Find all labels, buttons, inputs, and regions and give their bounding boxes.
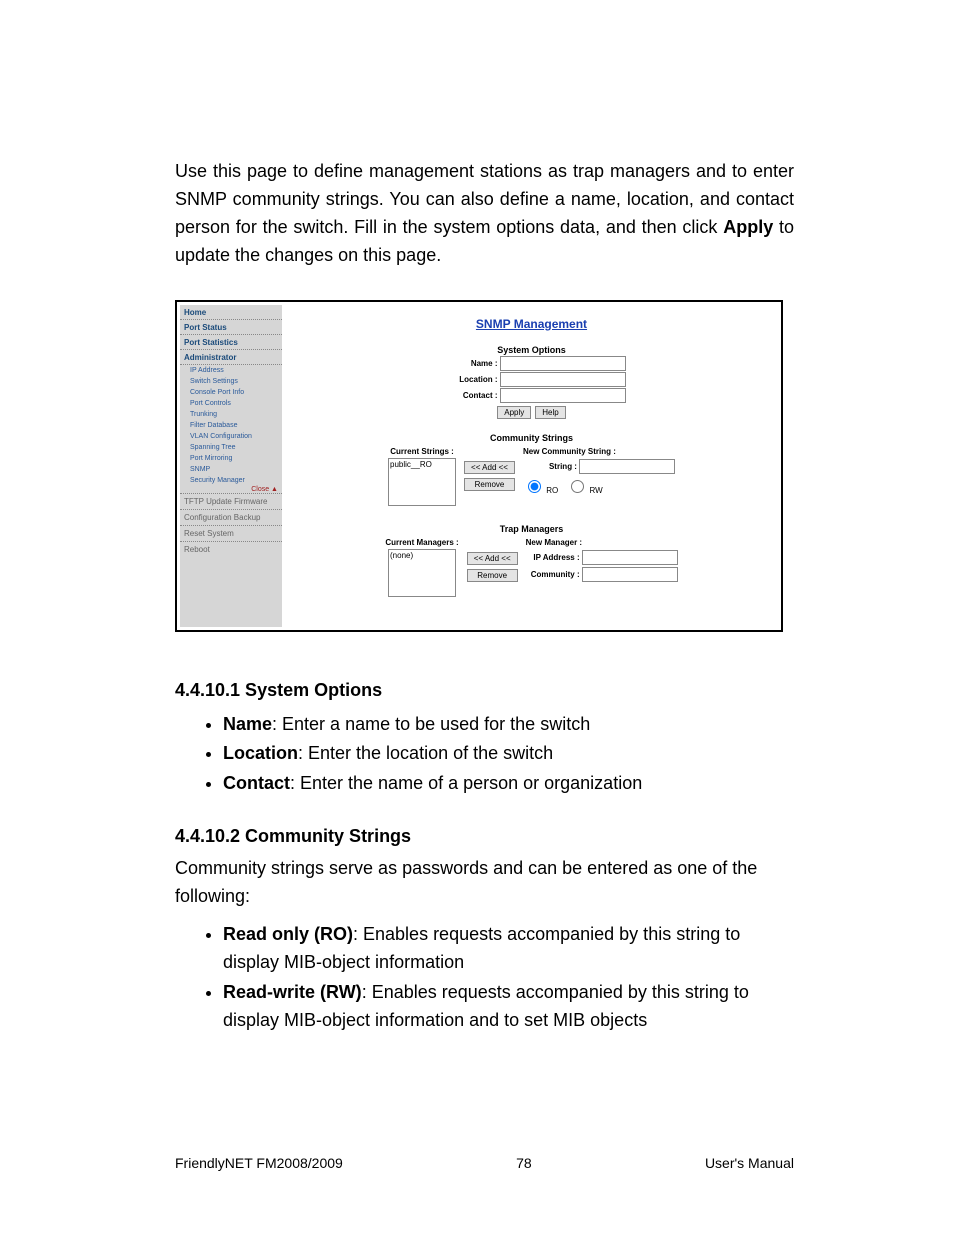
name-label: Name : xyxy=(438,359,498,368)
location-label: Location : xyxy=(438,375,498,384)
section-2-para: Community strings serve as passwords and… xyxy=(175,855,794,911)
snmp-screenshot: Home Port Status Port Statistics Adminis… xyxy=(175,300,783,632)
sb-reset[interactable]: Reset System xyxy=(180,525,282,541)
name-input[interactable] xyxy=(500,356,626,371)
system-options-heading: System Options xyxy=(285,345,778,355)
contact-label: Contact : xyxy=(438,391,498,400)
footer-right: User's Manual xyxy=(705,1155,794,1171)
ro-radio[interactable]: RO xyxy=(523,477,558,495)
section-2-title: 4.4.10.2 Community Strings xyxy=(175,826,794,847)
community-add-button[interactable]: << Add << xyxy=(464,461,515,474)
section-1-list: Name: Enter a name to be used for the sw… xyxy=(223,711,794,799)
contact-input[interactable] xyxy=(500,388,626,403)
sb-sub-mirror[interactable]: Port Mirroring xyxy=(180,453,282,464)
footer-center: 78 xyxy=(516,1155,532,1171)
sb-sub-filter[interactable]: Filter Database xyxy=(180,420,282,431)
sb-port-status[interactable]: Port Status xyxy=(180,320,282,335)
section-1-title: 4.4.10.1 System Options xyxy=(175,680,794,701)
current-strings-list[interactable]: public__RO xyxy=(388,458,456,506)
document-page: Use this page to define management stati… xyxy=(0,0,954,1235)
sb-sub-security[interactable]: Security Manager xyxy=(180,475,282,486)
trap-heading: Trap Managers xyxy=(285,524,778,534)
community-remove-button[interactable]: Remove xyxy=(464,478,515,491)
screenshot-sidebar: Home Port Status Port Statistics Adminis… xyxy=(180,305,282,627)
list-item: Read-write (RW): Enables requests accomp… xyxy=(223,979,794,1035)
help-button[interactable]: Help xyxy=(535,406,565,419)
trap-remove-button[interactable]: Remove xyxy=(467,569,518,582)
sb-sub-ip[interactable]: IP Address xyxy=(180,365,282,376)
sb-cfg[interactable]: Configuration Backup xyxy=(180,509,282,525)
sb-port-statistics[interactable]: Port Statistics xyxy=(180,335,282,350)
snmp-title: SNMP Management xyxy=(285,317,778,331)
sb-sub-switch[interactable]: Switch Settings xyxy=(180,376,282,387)
current-strings-label: Current Strings : xyxy=(390,447,454,456)
page-footer: FriendlyNET FM2008/2009 78 User's Manual xyxy=(175,1155,794,1171)
location-input[interactable] xyxy=(500,372,626,387)
sb-close[interactable]: Close ▲ xyxy=(180,486,282,493)
ip-label: IP Address : xyxy=(526,553,580,562)
list-item: Name: Enter a name to be used for the sw… xyxy=(223,711,794,739)
new-manager-label: New Manager : xyxy=(526,538,582,547)
string-label: String : xyxy=(523,462,577,471)
ip-input[interactable] xyxy=(582,550,678,565)
sb-sub-spanning[interactable]: Spanning Tree xyxy=(180,442,282,453)
sb-sub-portctrl[interactable]: Port Controls xyxy=(180,398,282,409)
sb-sub-trunking[interactable]: Trunking xyxy=(180,409,282,420)
rw-radio[interactable]: RW xyxy=(566,477,602,495)
ro-radio-input[interactable] xyxy=(528,480,541,493)
trap-community-label: Community : xyxy=(526,570,580,579)
apply-button[interactable]: Apply xyxy=(497,406,531,419)
sb-sub-snmp[interactable]: SNMP xyxy=(180,464,282,475)
sb-administrator[interactable]: Administrator xyxy=(180,350,282,365)
trap-add-button[interactable]: << Add << xyxy=(467,552,518,565)
current-managers-list[interactable]: (none) xyxy=(388,549,456,597)
sb-tftp[interactable]: TFTP Update Firmware xyxy=(180,493,282,509)
trap-community-input[interactable] xyxy=(582,567,678,582)
current-managers-label: Current Managers : xyxy=(385,538,458,547)
new-community-label: New Community String : xyxy=(523,447,616,456)
intro-pre: Use this page to define management stati… xyxy=(175,161,794,237)
list-item: Location: Enter the location of the swit… xyxy=(223,740,794,768)
sb-home[interactable]: Home xyxy=(180,305,282,320)
intro-bold: Apply xyxy=(723,217,773,237)
sb-reboot[interactable]: Reboot xyxy=(180,541,282,557)
list-item: Read only (RO): Enables requests accompa… xyxy=(223,921,794,977)
community-heading: Community Strings xyxy=(285,433,778,443)
screenshot-main: SNMP Management System Options Name : Lo… xyxy=(285,305,778,627)
list-item: Contact: Enter the name of a person or o… xyxy=(223,770,794,798)
string-input[interactable] xyxy=(579,459,675,474)
sb-sub-console[interactable]: Console Port Info xyxy=(180,387,282,398)
sb-sub-vlan[interactable]: VLAN Configuration xyxy=(180,431,282,442)
rw-radio-input[interactable] xyxy=(571,480,584,493)
footer-left: FriendlyNET FM2008/2009 xyxy=(175,1155,343,1171)
section-2-list: Read only (RO): Enables requests accompa… xyxy=(223,921,794,1035)
intro-paragraph: Use this page to define management stati… xyxy=(175,158,794,270)
